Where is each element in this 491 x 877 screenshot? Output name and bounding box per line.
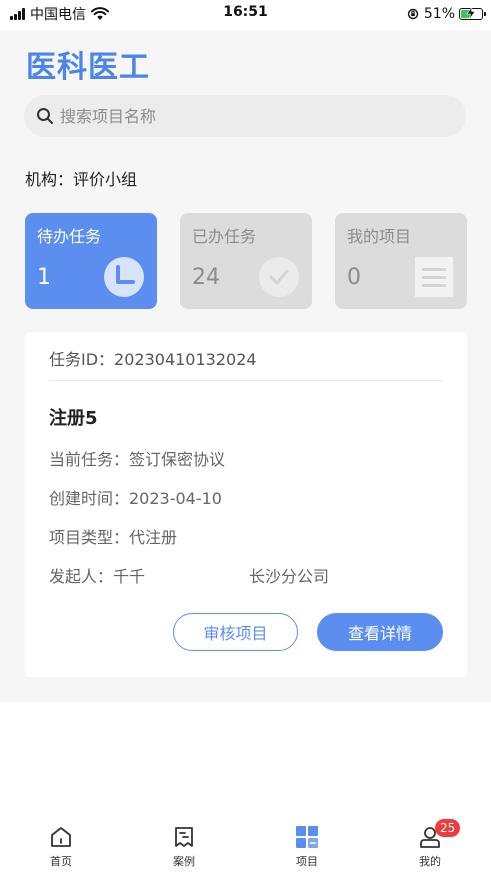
search-input[interactable] (60, 106, 440, 126)
initiator: 发起人：千千 (49, 567, 146, 586)
current-task: 当前任务：签订保密协议 (49, 450, 226, 469)
home-icon (51, 827, 71, 847)
task-id: 任务ID：20230410132024 (49, 350, 257, 369)
tab-label: 案例 (173, 855, 195, 868)
tab-label: 我的 (419, 855, 441, 868)
search-bar[interactable] (24, 95, 466, 137)
battery-tip (484, 12, 486, 16)
tab-cases[interactable]: 案例 (149, 825, 219, 873)
status-bar-right: 51% (407, 5, 486, 23)
main-content: 医科医工 机构：评价小组 待办任务 1 已办任务 24 (0, 30, 491, 702)
created-time: 创建时间：2023-04-10 (49, 489, 222, 508)
tab-projects[interactable]: 项目 (272, 825, 342, 873)
check-icon (259, 257, 299, 297)
tile-label: 已办任务 (192, 227, 257, 246)
clock-icon (104, 257, 144, 297)
tile-count: 24 (192, 265, 220, 290)
tile-label: 待办任务 (37, 227, 102, 246)
company-name: 长沙分公司 (249, 567, 330, 586)
grid-icon (296, 826, 318, 848)
battery-percent: 51% (423, 6, 455, 22)
tile-count: 1 (37, 265, 51, 290)
project-type: 项目类型：代注册 (49, 528, 178, 547)
tile-pending-tasks[interactable]: 待办任务 1 (25, 213, 157, 309)
tile-completed-tasks[interactable]: 已办任务 24 (180, 213, 312, 309)
review-project-button[interactable]: 审核项目 (173, 613, 298, 651)
search-icon (37, 108, 53, 124)
charging-bolt-icon (466, 7, 476, 19)
tile-label: 我的项目 (347, 227, 412, 246)
app-title: 医科医工 (26, 50, 150, 85)
notification-badge: 25 (435, 819, 461, 837)
tab-label: 项目 (296, 855, 318, 868)
project-name: 注册5 (49, 408, 98, 429)
org-label: 机构：评价小组 (25, 170, 138, 189)
bottom-tab-bar: 首页 案例 项目 我的 25 (0, 815, 491, 877)
task-summary-tiles: 待办任务 1 已办任务 24 我的项目 0 (25, 213, 467, 309)
screen: 中国电信 16:51 51% 医科医工 搜索项目名称 机构：评价小组 待办任务 … (0, 0, 491, 877)
view-details-button[interactable]: 查看详情 (317, 613, 443, 651)
document-icon (415, 257, 453, 297)
task-card: 任务ID：20230410132024 注册5 当前任务：签订保密协议 创建时间… (25, 332, 467, 677)
tab-home[interactable]: 首页 (26, 825, 96, 873)
tile-count: 0 (347, 265, 361, 290)
orientation-lock-icon (407, 8, 419, 20)
tab-mine[interactable]: 我的 25 (395, 819, 465, 873)
tab-label: 首页 (50, 855, 72, 868)
battery-icon (459, 7, 486, 20)
card-divider (49, 380, 443, 381)
status-bar: 中国电信 16:51 51% (0, 0, 491, 30)
case-icon (175, 827, 193, 847)
tile-my-projects[interactable]: 我的项目 0 (335, 213, 467, 309)
